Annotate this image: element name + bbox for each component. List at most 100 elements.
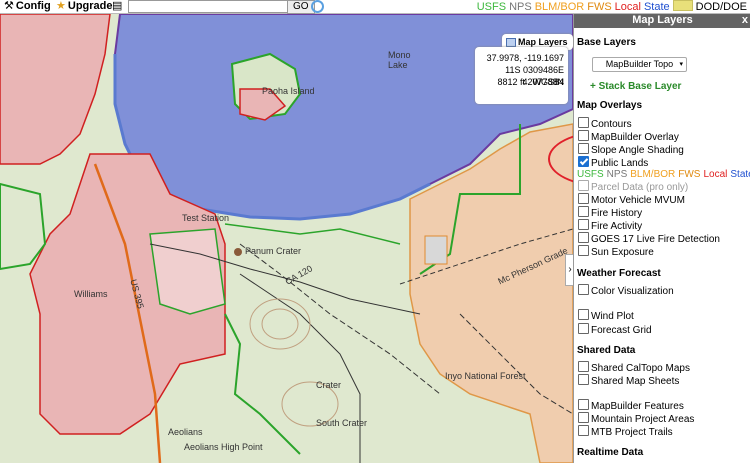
overlay-label: Parcel Data (pro only) <box>591 182 689 193</box>
shared-label: Shared Map Sheets <box>591 376 680 387</box>
overlay-label: Contours <box>591 119 632 130</box>
overlay-label: Slope Angle Shading <box>591 145 684 156</box>
checkbox[interactable] <box>578 219 589 230</box>
public-lands-legend: USFSNPSBLM/BORFWSLocalState <box>577 169 750 180</box>
legend-blm: BLM/BOR <box>630 169 676 180</box>
panel-collapse-toggle[interactable]: › <box>565 254 573 286</box>
search-input[interactable] <box>128 0 290 13</box>
legend-local: Local <box>703 169 728 180</box>
weather-color-visualization[interactable]: Color Visualization <box>578 284 674 297</box>
label-south-crater: South Crater <box>316 418 368 428</box>
shared-map-sheets[interactable]: Shared Map Sheets <box>578 374 679 387</box>
legend-state: State <box>730 169 750 180</box>
overlay-contours[interactable]: Contours <box>578 117 632 130</box>
overlay-label: Public Lands <box>591 158 649 169</box>
checkbox-checked[interactable] <box>578 156 589 167</box>
coord-datum: WGS84 <box>532 77 564 87</box>
coord-elevation: 8812 ft <box>497 77 525 87</box>
chevron-right-icon: › <box>568 264 572 275</box>
checkbox[interactable] <box>578 425 589 436</box>
checkbox[interactable] <box>578 206 589 217</box>
overlay-label: GOES 17 Live Fire Detection <box>591 234 720 245</box>
label-crater: Crater <box>316 380 342 390</box>
weather-forecast-title: Weather Forecast <box>577 268 661 279</box>
checkbox[interactable] <box>578 374 589 385</box>
overlay-mapbuilder[interactable]: MapBuilder Overlay <box>578 130 679 143</box>
overlay-public-lands[interactable]: Public Lands <box>578 156 648 169</box>
checkbox[interactable] <box>578 361 589 372</box>
label-aeolians: Aeolians <box>168 427 203 437</box>
realtime-data-title: Realtime Data <box>577 447 644 458</box>
layers-icon <box>506 38 516 47</box>
shared-data-title: Shared Data <box>577 345 636 356</box>
legend-state: State <box>643 1 670 13</box>
overlay-label: Fire Activity <box>591 221 643 232</box>
overlay-sun-exposure[interactable]: Sun Exposure <box>578 245 654 258</box>
feature-mapbuilder[interactable]: MapBuilder Features <box>578 399 684 412</box>
checkbox[interactable] <box>578 232 589 243</box>
panel-title: Map Layers <box>632 14 693 26</box>
legend-fws: FWS <box>587 1 612 13</box>
overlay-label: Motor Vehicle MVUM <box>591 195 685 206</box>
weather-wind-plot[interactable]: Wind Plot <box>578 309 634 322</box>
wrench-icon: ⚒ <box>4 0 14 12</box>
label-aeolians-high-point: Aeolians High Point <box>184 442 263 452</box>
overlay-label: Fire History <box>591 208 643 219</box>
config-label: Config <box>15 0 51 12</box>
checkbox[interactable] <box>578 399 589 410</box>
map-overlays-title: Map Overlays <box>577 100 643 111</box>
checkbox[interactable] <box>578 323 589 334</box>
coordinate-readout: 37.9978, -119.1697 11S 0309486E 4207788N… <box>475 47 568 104</box>
overlay-fire-activity[interactable]: Fire Activity <box>578 219 642 232</box>
overlay-label: Sun Exposure <box>591 247 654 258</box>
panel-header: Map Layers x <box>574 13 750 28</box>
base-layers-title: Base Layers <box>577 37 636 48</box>
feature-mtb-trails[interactable]: MTB Project Trails <box>578 425 673 438</box>
label-paoha-island: Paoha Island <box>262 86 315 96</box>
map-canvas[interactable]: Mono Lake Paoha Island Test Station Panu… <box>0 14 573 463</box>
star-icon: ★ <box>56 0 66 12</box>
checkbox[interactable] <box>578 117 589 128</box>
label-test-station: Test Station <box>182 213 230 223</box>
label-panum-crater: Panum Crater <box>245 246 302 256</box>
locate-icon[interactable] <box>311 0 324 13</box>
checkbox[interactable] <box>578 143 589 154</box>
coord-elevation-datum: 8812 ft WGS84 <box>475 76 568 88</box>
checkbox[interactable] <box>578 284 589 295</box>
map-layers-panel: Map Layers x Base Layers MapBuilder Topo… <box>573 13 750 463</box>
feature-mountain-project[interactable]: Mountain Project Areas <box>578 412 694 425</box>
checkbox[interactable] <box>578 245 589 256</box>
checkbox[interactable] <box>578 309 589 320</box>
coord-latlon: 37.9978, -119.1697 <box>486 53 564 63</box>
land-legend: USFS NPS BLM/BOR FWS Local State DOD/DOE <box>477 0 750 13</box>
legend-usfs: USFS <box>577 169 604 180</box>
label-inyo: Inyo National Forest <box>445 371 526 381</box>
overlay-mvum[interactable]: Motor Vehicle MVUM <box>578 193 685 206</box>
checkbox[interactable] <box>578 193 589 204</box>
binoculars-icon[interactable]: ▤ <box>112 0 122 13</box>
shared-label: Shared CalTopo Maps <box>591 363 690 374</box>
overlay-fire-history[interactable]: Fire History <box>578 206 642 219</box>
weather-forecast-grid[interactable]: Forecast Grid <box>578 323 652 336</box>
legend-blm: BLM/BOR <box>534 1 585 13</box>
overlay-goes17[interactable]: GOES 17 Live Fire Detection <box>578 232 720 245</box>
legend-nps: NPS <box>606 169 628 180</box>
overlay-parcel-data[interactable]: Parcel Data (pro only) <box>578 180 688 193</box>
overlay-slope-angle[interactable]: Slope Angle Shading <box>578 143 684 156</box>
legend-fws: FWS <box>678 169 701 180</box>
basemap-select[interactable]: MapBuilder Topo ▾ <box>592 57 687 72</box>
label-williams: Williams <box>74 289 108 299</box>
checkbox[interactable] <box>578 180 589 191</box>
chevron-down-icon: ▾ <box>679 61 683 68</box>
close-button[interactable]: x <box>742 13 748 28</box>
legend-nps: NPS <box>509 1 532 13</box>
stack-base-layer-link[interactable]: + Stack Base Layer <box>590 81 681 92</box>
weather-label: Color Visualization <box>591 286 674 297</box>
legend-local: Local <box>614 1 641 13</box>
map-layers-button-label: Map Layers <box>518 37 568 47</box>
config-button[interactable]: ⚒ Config <box>4 0 51 13</box>
checkbox[interactable] <box>578 412 589 423</box>
shared-caltopo-maps[interactable]: Shared CalTopo Maps <box>578 361 690 374</box>
checkbox[interactable] <box>578 130 589 141</box>
upgrade-button[interactable]: ★ Upgrade <box>56 0 113 13</box>
